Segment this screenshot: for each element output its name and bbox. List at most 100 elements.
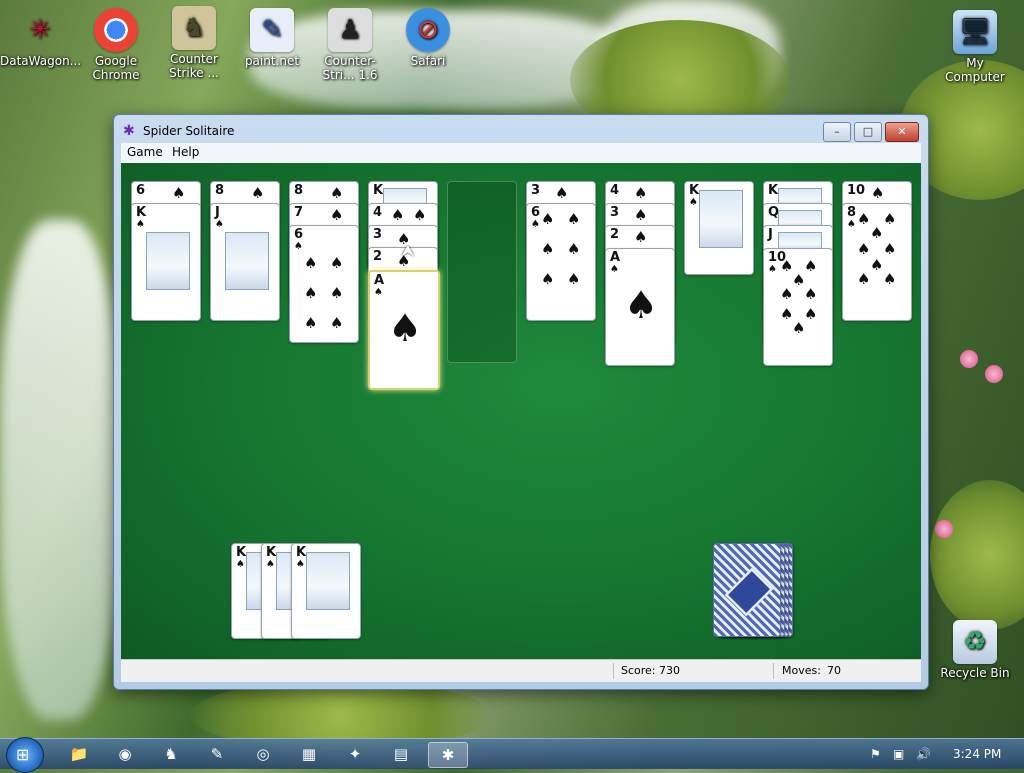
taskbar-counter-strike[interactable]: ♞ — [152, 742, 190, 766]
stock-pile[interactable] — [713, 543, 803, 639]
spade-icon: ♠ — [857, 270, 871, 288]
spade-icon: ♠ — [215, 219, 224, 230]
spade-icon: ♠ — [804, 257, 818, 275]
menu-help[interactable]: Help — [166, 145, 205, 159]
taskbar: ⊞ 📁 ◉ ♞ ✎ ◎ ▦ ✦ ▤ ✱ ⚑ ▣ 🔊 3:24 PM — [0, 737, 1024, 773]
close-icon: ✕ — [897, 125, 907, 138]
spade-icon: ♠ — [296, 559, 305, 570]
card-10-spades[interactable]: 10 ♠ ♠ ♠ ♠ ♠ ♠ ♠ ♠ ♠ — [763, 248, 833, 366]
chrome-icon: ◉ — [118, 745, 132, 763]
taskbar-app[interactable]: ✦ — [336, 742, 374, 766]
spade-icon: ♠ — [541, 210, 555, 228]
card-8-spades[interactable]: 8 ♠ ♠ ♠ ♠ ♠ ♠ ♠ ♠ ♠ — [842, 203, 912, 321]
spade-icon: ♠ — [857, 240, 871, 258]
card-j-spades[interactable]: J ♠ — [210, 203, 280, 321]
paintnet-icon: ✎ — [250, 8, 294, 52]
counter-strike-16-icon: ♟ — [328, 8, 372, 52]
spade-icon: ♠ — [541, 270, 555, 288]
spade-icon: ♠ — [304, 254, 318, 272]
spade-icon: ♠ — [804, 285, 818, 303]
card-a-spades[interactable]: A ♠ ♠ — [605, 248, 675, 366]
counter-strike-icon: ♞ — [172, 6, 216, 50]
spade-icon: ♠ — [330, 184, 344, 202]
card-face-art — [306, 552, 350, 610]
card-k-spades[interactable]: K ♠ — [684, 181, 754, 275]
spade-icon: ♠ — [567, 270, 581, 288]
desktop-icon-chrome[interactable]: Google Chrome — [76, 8, 156, 82]
spade-icon: ♠ — [689, 197, 698, 208]
spade-icon: ♠ — [251, 184, 265, 202]
completed-set-king: K ♠ — [291, 543, 361, 639]
spade-icon: ♠ — [634, 184, 648, 202]
desktop-icon-paintnet[interactable]: ✎ paint.net — [232, 8, 312, 68]
card-face-art — [225, 232, 269, 290]
explorer-icon: 📁 — [69, 745, 89, 763]
desktop-icon-label: DataWagon... — [0, 54, 82, 68]
spade-icon: ♠ — [883, 240, 897, 258]
spade-icon: ♠ — [330, 254, 344, 272]
taskbar-explorer[interactable]: 📁 — [60, 742, 98, 766]
menu-game[interactable]: Game — [121, 145, 169, 159]
maximize-button[interactable]: □ — [854, 122, 882, 142]
card-6-spades[interactable]: 6 ♠ ♠ ♠ ♠ ♠ ♠ ♠ — [289, 225, 359, 343]
close-button[interactable]: ✕ — [885, 122, 919, 142]
spade-icon: ♠ — [567, 240, 581, 258]
desktop-icon-my-computer[interactable]: 🖥 My Computer — [935, 10, 1015, 84]
moves-value: 70 — [827, 664, 841, 677]
taskbar-notepad[interactable]: ▤ — [382, 742, 420, 766]
disk-icon: ◎ — [256, 745, 270, 763]
desktop-icon-counter-strike[interactable]: ♞ Counter Strike ... — [154, 6, 234, 80]
windows-logo-icon: ⊞ — [16, 745, 30, 764]
spade-icon: ♠ — [870, 256, 884, 274]
clock[interactable]: 3:24 PM — [953, 747, 1001, 761]
desktop-icon-counter-strike-16[interactable]: ♟ Counter-Stri... 1.6 — [310, 8, 390, 82]
taskbar-paintnet[interactable]: ✎ — [198, 742, 236, 766]
spade-icon: ♠ — [391, 206, 405, 224]
network-icon[interactable]: ▣ — [893, 747, 904, 761]
spade-icon: ♠ — [330, 314, 344, 332]
window-title: Spider Solitaire — [143, 124, 235, 138]
spade-icon: ♠ — [413, 206, 427, 224]
minimize-icon: – — [834, 125, 840, 138]
desktop-icon-label: Google Chrome — [92, 54, 140, 82]
card-6-spades[interactable]: 6 ♠ ♠ ♠ ♠ ♠ ♠ ♠ — [526, 203, 596, 321]
taskbar-disk[interactable]: ◎ — [244, 742, 282, 766]
spade-icon: ♠ — [304, 284, 318, 302]
taskbar-spider-solitaire[interactable]: ✱ — [428, 742, 468, 768]
empty-column-slot[interactable] — [447, 181, 517, 363]
desktop-icon-label: Recycle Bin — [940, 666, 1010, 680]
desktop-icon-datawagon[interactable]: ✳ DataWagon... — [0, 8, 82, 68]
notepad-icon: ▤ — [393, 745, 409, 763]
paintnet-icon: ✎ — [210, 745, 224, 763]
spade-icon: ♠ — [266, 559, 275, 570]
title-bar[interactable]: ✱ Spider Solitaire – □ ✕ — [114, 115, 928, 145]
taskbar-chrome[interactable]: ◉ — [106, 742, 144, 766]
desktop-icon-recycle-bin[interactable]: ♻ Recycle Bin — [935, 620, 1015, 680]
spade-icon: ♠ — [304, 314, 318, 332]
minimize-button[interactable]: – — [823, 122, 851, 142]
action-center-icon[interactable]: ⚑ — [870, 747, 881, 761]
spade-icon: ♠ — [883, 270, 897, 288]
spade-icon: ♠ — [883, 210, 897, 228]
spade-icon: ♠ — [634, 228, 648, 246]
spade-icon: ♠ — [172, 184, 186, 202]
spade-icon: ♠ — [624, 283, 659, 327]
my-computer-icon: 🖥 — [953, 10, 997, 54]
desktop-icon-safari[interactable]: ⊘ Safari — [388, 8, 468, 68]
volume-icon[interactable]: 🔊 — [916, 747, 931, 761]
media-icon: ▦ — [301, 745, 317, 763]
spade-icon: ♠ — [531, 219, 540, 230]
spade-icon: ♠ — [330, 206, 344, 224]
counter-strike-icon: ♞ — [164, 745, 178, 763]
spade-icon: ♠ — [870, 224, 884, 242]
taskbar-media[interactable]: ▦ — [290, 742, 328, 766]
spider-icon: ✱ — [123, 123, 135, 139]
spider-solitaire-window[interactable]: ✱ Spider Solitaire – □ ✕ Game Help 6 ♠ K… — [113, 114, 929, 690]
desktop-icon-label: Counter Strike ... — [169, 52, 219, 80]
card-face-art — [699, 190, 743, 248]
spade-icon: ♠ — [541, 240, 555, 258]
card-k-spades[interactable]: K ♠ — [131, 203, 201, 321]
desktop-icon-label: paint.net — [244, 54, 300, 68]
card-a-spades-selected[interactable]: A ♠ ♠ — [368, 270, 440, 390]
spade-icon: ♠ — [374, 287, 383, 298]
